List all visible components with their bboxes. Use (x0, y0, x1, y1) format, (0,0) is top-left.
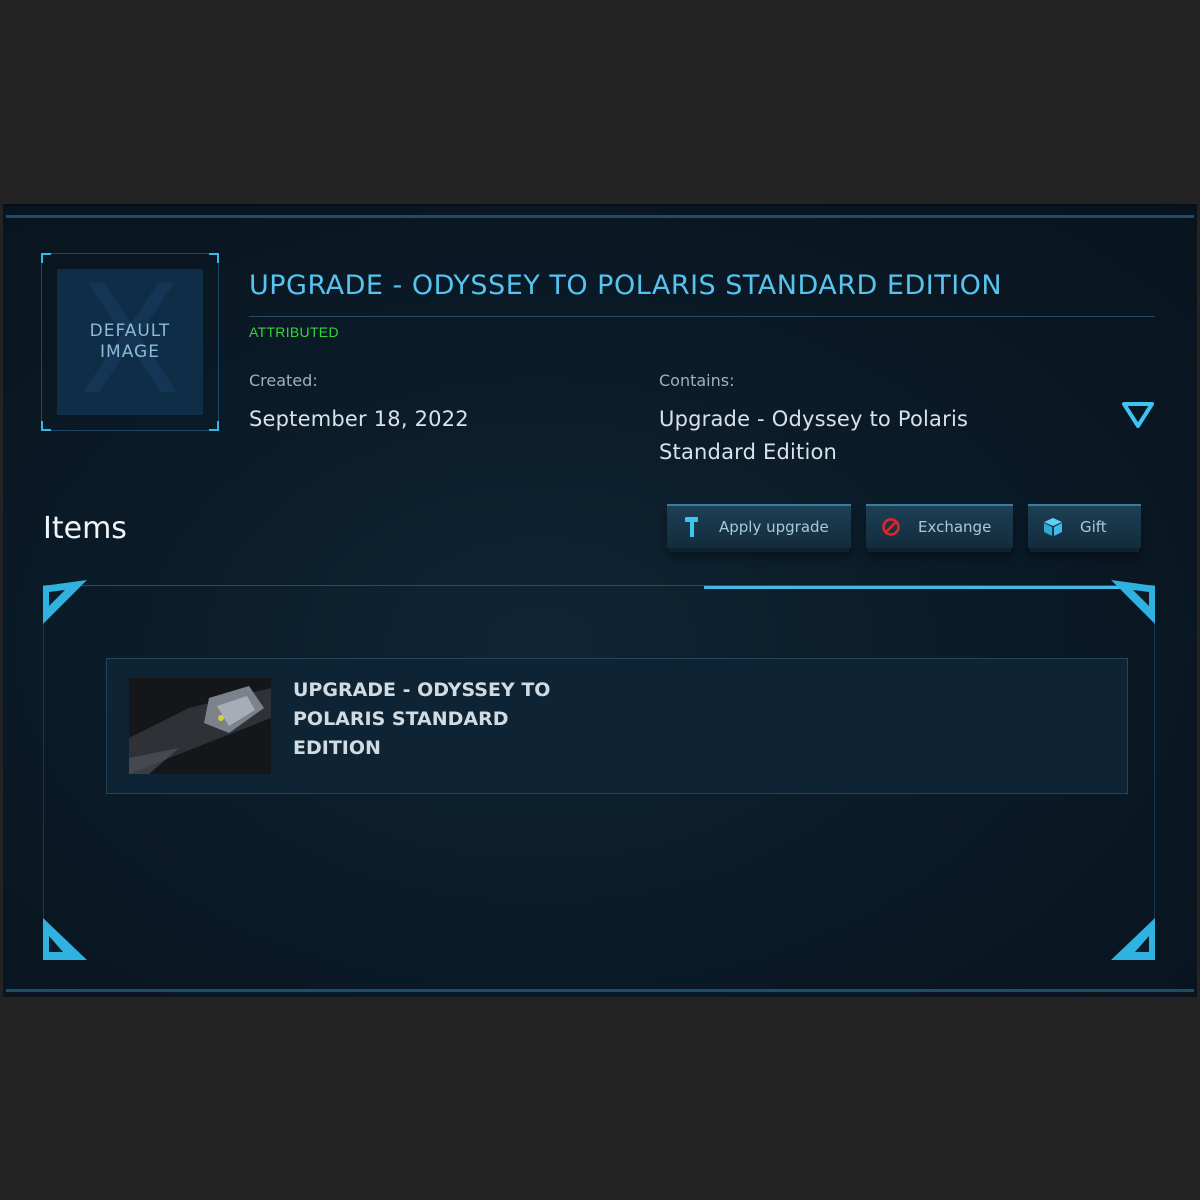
exchange-icon (880, 516, 902, 538)
expand-chevron-icon[interactable] (1121, 400, 1155, 430)
contains-label: Contains: (659, 371, 735, 390)
corner-bottom-left-icon (43, 918, 87, 960)
created-value: September 18, 2022 (249, 407, 469, 431)
gift-button[interactable]: Gift (1028, 504, 1141, 548)
gift-label: Gift (1080, 518, 1107, 536)
apply-upgrade-button[interactable]: Apply upgrade (667, 504, 851, 548)
pledge-thumbnail: X DEFAULT IMAGE (41, 253, 219, 431)
exchange-label: Exchange (918, 518, 992, 536)
pledge-panel: X DEFAULT IMAGE UPGRADE - ODYSSEY TO POL… (3, 204, 1197, 997)
corner-top-left-icon (43, 580, 87, 624)
corner-top-right-icon (1111, 580, 1155, 624)
item-thumbnail-image (129, 678, 271, 774)
items-heading: Items (43, 511, 127, 546)
thumbnail-placeholder-text: DEFAULT IMAGE (89, 321, 171, 362)
status-badge: ATTRIBUTED (249, 324, 339, 340)
panel-top-border (6, 215, 1194, 218)
exchange-button[interactable]: Exchange (866, 504, 1013, 548)
created-label: Created: (249, 371, 318, 390)
list-item[interactable]: UPGRADE - ODYSSEY TO POLARIS STANDARD ED… (106, 658, 1128, 794)
apply-upgrade-label: Apply upgrade (719, 518, 829, 536)
item-name: UPGRADE - ODYSSEY TO POLARIS STANDARD ED… (293, 679, 551, 759)
pledge-title: UPGRADE - ODYSSEY TO POLARIS STANDARD ED… (249, 270, 1003, 301)
corner-bottom-right-icon (1111, 918, 1155, 960)
title-divider (249, 316, 1155, 317)
gift-icon (1042, 516, 1064, 538)
contains-value: Upgrade - Odyssey to Polaris Standard Ed… (659, 407, 969, 464)
panel-bottom-border (6, 989, 1194, 992)
hammer-icon (681, 516, 703, 538)
